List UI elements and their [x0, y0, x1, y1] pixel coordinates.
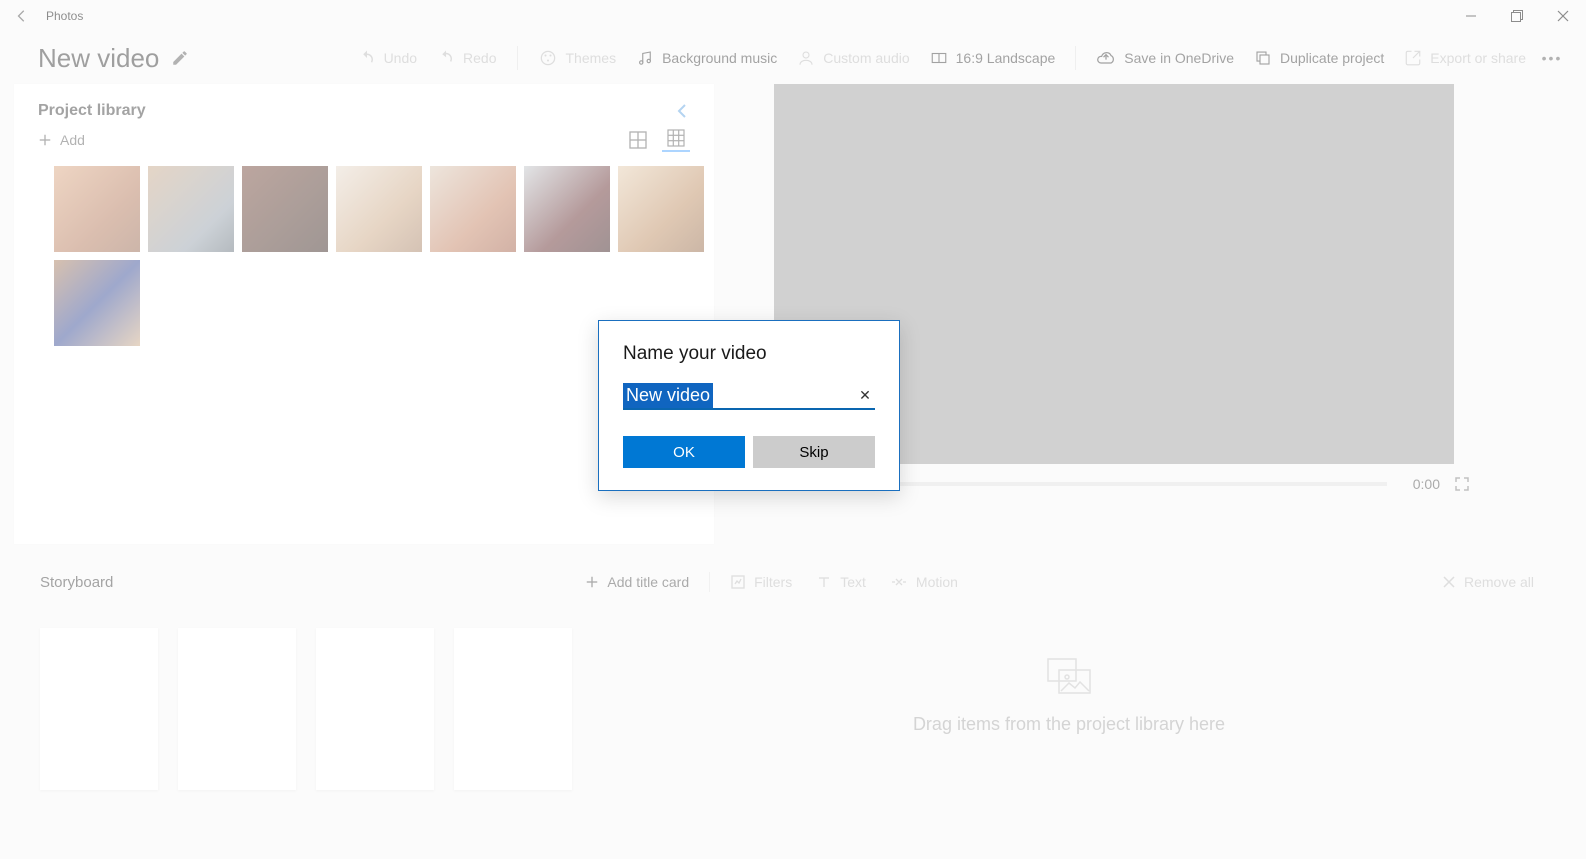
duplicate-label: Duplicate project — [1280, 50, 1384, 66]
export-button[interactable]: Export or share — [1394, 45, 1536, 71]
text-label: Text — [840, 574, 866, 590]
ok-button[interactable]: OK — [623, 436, 745, 468]
storyboard-slot[interactable] — [454, 628, 572, 790]
fullscreen-button[interactable] — [1454, 476, 1470, 492]
redo-label: Redo — [463, 50, 496, 66]
motion-button[interactable]: Motion — [878, 574, 970, 590]
library-thumb[interactable] — [618, 166, 704, 252]
toolbar: New video Undo Redo Themes Background mu… — [0, 32, 1586, 84]
save-onedrive-label: Save in OneDrive — [1124, 50, 1234, 66]
close-button[interactable] — [1540, 0, 1586, 32]
small-grid-view-button[interactable] — [662, 128, 690, 152]
maximize-button[interactable] — [1494, 0, 1540, 32]
total-time: 0:00 — [1413, 476, 1440, 492]
library-thumb[interactable] — [242, 166, 328, 252]
custom-audio-button[interactable]: Custom audio — [787, 45, 919, 71]
storyboard-heading: Storyboard — [40, 574, 113, 591]
title-bar: Photos — [0, 0, 1586, 32]
themes-button[interactable]: Themes — [528, 44, 627, 72]
toolbar-separator — [1075, 46, 1076, 70]
project-title: New video — [38, 43, 159, 74]
storyboard-slot[interactable] — [40, 628, 158, 790]
undo-button[interactable]: Undo — [348, 45, 427, 71]
collapse-library-button[interactable] — [674, 103, 690, 119]
duplicate-button[interactable]: Duplicate project — [1244, 45, 1394, 71]
minimize-button[interactable] — [1448, 0, 1494, 32]
library-thumb[interactable] — [148, 166, 234, 252]
storyboard-drop-hint: Drag items from the project library here — [592, 628, 1546, 735]
background-music-label: Background music — [662, 50, 777, 66]
edit-title-icon[interactable] — [171, 49, 189, 67]
toolbar-separator — [517, 46, 518, 70]
themes-label: Themes — [566, 50, 617, 66]
name-video-dialog: Name your video New video ✕ OK Skip — [598, 320, 900, 491]
library-thumb[interactable] — [524, 166, 610, 252]
save-onedrive-button[interactable]: Save in OneDrive — [1086, 44, 1244, 72]
remove-all-button[interactable]: Remove all — [1430, 574, 1546, 590]
storyboard-panel: Storyboard Add title card Filters Text M… — [0, 544, 1586, 790]
clear-input-icon[interactable]: ✕ — [855, 387, 875, 404]
library-thumbnails — [14, 162, 714, 346]
video-name-input-value: New video — [623, 383, 713, 408]
storyboard-slot[interactable] — [316, 628, 434, 790]
dialog-title: Name your video — [623, 343, 875, 365]
library-thumb[interactable] — [54, 166, 140, 252]
filters-label: Filters — [754, 574, 792, 590]
storyboard-separator — [709, 572, 710, 592]
storyboard-hint-text: Drag items from the project library here — [913, 714, 1225, 735]
timeline-scrubber[interactable] — [857, 482, 1387, 486]
redo-button[interactable]: Redo — [427, 45, 506, 71]
skip-button[interactable]: Skip — [753, 436, 875, 468]
storyboard-slot[interactable] — [178, 628, 296, 790]
back-button[interactable] — [10, 4, 34, 28]
add-label: Add — [60, 132, 85, 148]
aspect-ratio-button[interactable]: 16:9 Landscape — [920, 45, 1066, 71]
export-label: Export or share — [1430, 50, 1526, 66]
text-button[interactable]: Text — [804, 574, 878, 590]
add-title-card-button[interactable]: Add title card — [573, 574, 701, 590]
custom-audio-label: Custom audio — [823, 50, 909, 66]
background-music-button[interactable]: Background music — [626, 45, 787, 71]
add-media-button[interactable]: Add — [38, 132, 85, 148]
aspect-ratio-label: 16:9 Landscape — [956, 50, 1056, 66]
remove-all-label: Remove all — [1464, 574, 1534, 590]
large-grid-view-button[interactable] — [624, 128, 652, 152]
app-name: Photos — [46, 9, 83, 23]
add-title-card-label: Add title card — [607, 574, 689, 590]
filters-button[interactable]: Filters — [718, 574, 804, 590]
more-button[interactable]: ••• — [1536, 50, 1568, 66]
library-thumb[interactable] — [54, 260, 140, 346]
library-thumb[interactable] — [430, 166, 516, 252]
library-heading: Project library — [38, 102, 146, 120]
undo-label: Undo — [384, 50, 417, 66]
video-name-input[interactable]: New video ✕ — [623, 383, 875, 410]
library-thumb[interactable] — [336, 166, 422, 252]
motion-label: Motion — [916, 574, 958, 590]
